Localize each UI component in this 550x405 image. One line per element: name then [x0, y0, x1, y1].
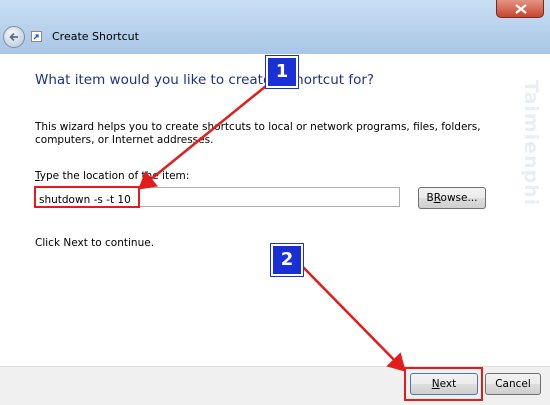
- back-button[interactable]: [3, 26, 25, 48]
- highlight-next-box: [404, 367, 483, 401]
- wizard-content: [0, 54, 550, 366]
- wizard-heading: What item would you like to create a sho…: [35, 72, 375, 88]
- back-arrow-icon: [9, 32, 18, 42]
- close-button[interactable]: [496, 0, 544, 18]
- browse-label-post: owse...: [440, 192, 478, 204]
- browse-label-accesskey: R: [433, 192, 441, 204]
- continue-instruction: Click Next to continue.: [35, 237, 155, 249]
- cancel-button[interactable]: Cancel: [485, 373, 541, 395]
- highlight-location-box: [34, 186, 140, 208]
- shortcut-icon: [31, 31, 42, 42]
- wizard-description: This wizard helps you to create shortcut…: [35, 121, 481, 146]
- browse-button[interactable]: BRowse...: [418, 187, 486, 209]
- step-badge-2: 2: [271, 244, 303, 276]
- close-icon: [515, 4, 527, 14]
- location-label: Type the location of the item:: [35, 170, 189, 182]
- location-label-text: ype the location of the item:: [39, 170, 190, 182]
- title-bar: Create Shortcut: [0, 0, 550, 54]
- window-title: Create Shortcut: [52, 30, 139, 43]
- browse-label-pre: B: [426, 192, 434, 204]
- step-badge-1: 1: [266, 56, 298, 88]
